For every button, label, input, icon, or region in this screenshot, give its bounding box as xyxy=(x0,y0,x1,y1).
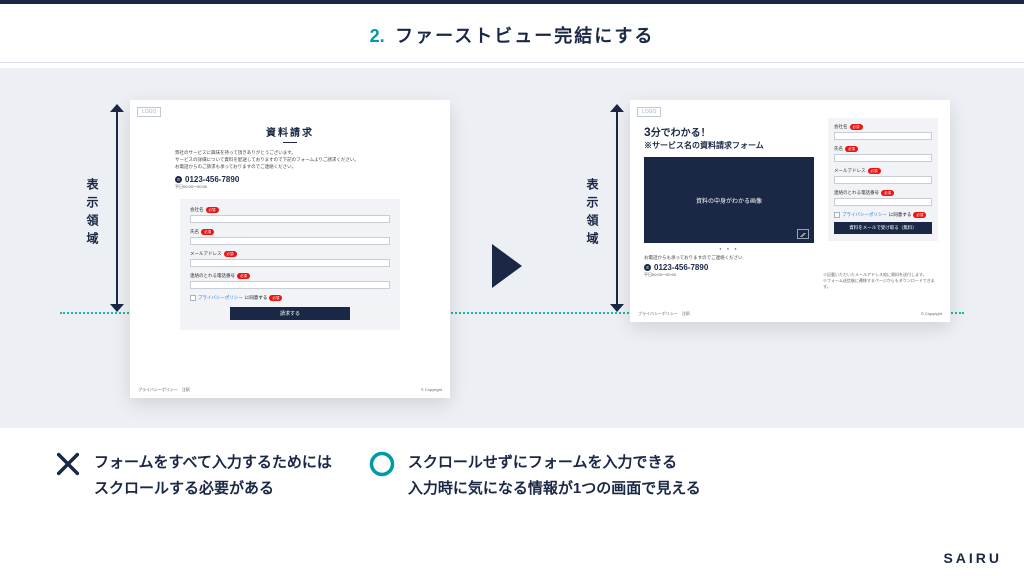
viewport-label-left: 表示領域 xyxy=(84,178,101,250)
input-tel[interactable] xyxy=(834,198,932,206)
mockup-before: LOGO 資料請求 弊社のサービスに興味を持って頂きありがとうございます。 サー… xyxy=(130,100,450,398)
mockB-footer: プライバシーポリシー 注釈 © Copyright xyxy=(638,311,942,317)
slide-title-row: 2. ファーストビュー完結にする xyxy=(0,4,1024,63)
mockA-para2: サービスの詳細について資料を配送しておりますので下記のフォームよりご請求ください… xyxy=(130,156,450,163)
mockB-hours: 平日00:00〜00:00 xyxy=(644,272,814,278)
mockA-phone-row: ✆ 0123-456-7890 xyxy=(130,171,450,184)
image-icon xyxy=(797,229,809,239)
title-text: ファーストビュー完結にする xyxy=(395,26,654,46)
viewport-arrow-left xyxy=(110,104,124,312)
privacy-link[interactable]: プライバシーポリシー xyxy=(842,212,887,218)
phone-icon: ✆ xyxy=(644,264,651,271)
circle-icon xyxy=(368,450,396,483)
privacy-suffix: に同意する xyxy=(245,295,268,301)
mockup-after: LOGO 3分でわかる！ ※サービス名の資料請求フォーム 資料の中身がわかる画像… xyxy=(630,100,950,322)
label-email: メールアドレス必須 xyxy=(190,251,390,257)
input-tel[interactable] xyxy=(190,281,390,289)
mockB-notes: ※記載いただいたメールアドレス宛に資料を送付します。 ※フォーム送信後に遷移する… xyxy=(823,272,938,290)
mockB-phone: 0123-456-7890 xyxy=(654,263,708,272)
label-company: 会社名必須 xyxy=(190,207,390,213)
mockB-headline2: ※サービス名の資料請求フォーム xyxy=(644,140,814,151)
mockA-phone: 0123-456-7890 xyxy=(185,175,239,184)
mockA-para3: お電話からのご請求も承っておりますのでご連絡ください。 xyxy=(130,163,450,170)
mockB-phone-row: ✆ 0123-456-7890 xyxy=(644,261,814,272)
phone-icon: ✆ xyxy=(175,176,182,183)
mockA-form: 会社名必須 氏名必須 メールアドレス必須 連絡のとれる電話番号必須 プライバシー… xyxy=(180,199,400,330)
mockA-heading: 資料請求 xyxy=(130,124,450,139)
logo-badge: LOGO xyxy=(637,107,661,117)
input-email[interactable] xyxy=(190,259,390,267)
label-company: 会社名必須 xyxy=(834,124,932,130)
mockA-hours: 平日00:00〜00:00 xyxy=(130,184,450,195)
bad-caption: フォームをすべて入力するためにはスクロールする必要がある xyxy=(54,450,332,501)
hero-image-placeholder: 資料の中身がわかる画像 xyxy=(644,157,814,243)
label-tel: 連絡のとれる電話番号必須 xyxy=(190,273,390,279)
mockB-form: 会社名必須 氏名必須 メールアドレス必須 連絡のとれる電話番号必須 プライバシー… xyxy=(828,118,938,241)
input-name[interactable] xyxy=(190,237,390,245)
mockB-submit-button[interactable]: 資料をメールで受け取る（無料） xyxy=(834,222,932,234)
comparison-captions: フォームをすべて入力するためにはスクロールする必要がある スクロールせずにフォー… xyxy=(0,450,1024,501)
label-email: メールアドレス必須 xyxy=(834,168,932,174)
mockA-submit-button[interactable]: 請求する xyxy=(230,307,350,320)
brand-logo: SAIRU xyxy=(943,550,1002,566)
transition-arrow-icon xyxy=(492,244,522,288)
title-number: 2. xyxy=(370,26,385,46)
viewport-label-right: 表示領域 xyxy=(584,178,601,250)
viewport-arrow-right xyxy=(610,104,624,312)
input-email[interactable] xyxy=(834,176,932,184)
good-caption: スクロールせずにフォームを入力できる入力時に気になる情報が1つの画面で見える xyxy=(368,450,701,501)
label-tel: 連絡のとれる電話番号必須 xyxy=(834,190,932,196)
mockA-para1: 弊社のサービスに興味を持って頂きありがとうございます。 xyxy=(130,149,450,156)
privacy-row[interactable]: プライバシーポリシー に同意する 必須 xyxy=(190,295,390,301)
label-name: 氏名必須 xyxy=(834,146,932,152)
comparison-stage: 表示領域 表示領域 LOGO 資料請求 弊社のサービスに興味を持って頂きありがと… xyxy=(0,68,1024,428)
mockB-left-col: 3分でわかる！ ※サービス名の資料請求フォーム 資料の中身がわかる画像 ● ● … xyxy=(644,124,814,278)
mockB-headline1: 3分でわかる！ xyxy=(644,124,814,139)
heading-underline xyxy=(283,142,297,143)
checkbox-icon[interactable] xyxy=(834,212,840,218)
logo-badge: LOGO xyxy=(137,107,161,117)
label-name: 氏名必須 xyxy=(190,229,390,235)
mockA-footer: プライバシーポリシー 注釈 © Copyright xyxy=(138,387,442,393)
cross-icon xyxy=(54,450,82,483)
privacy-link[interactable]: プライバシーポリシー xyxy=(198,295,243,301)
input-name[interactable] xyxy=(834,154,932,162)
checkbox-icon[interactable] xyxy=(190,295,196,301)
privacy-suffix: に同意する xyxy=(889,212,912,218)
input-company[interactable] xyxy=(190,215,390,223)
input-company[interactable] xyxy=(834,132,932,140)
privacy-row[interactable]: プライバシーポリシー に同意する 必須 xyxy=(834,212,932,218)
carousel-dots: ● ● ● xyxy=(644,246,814,251)
